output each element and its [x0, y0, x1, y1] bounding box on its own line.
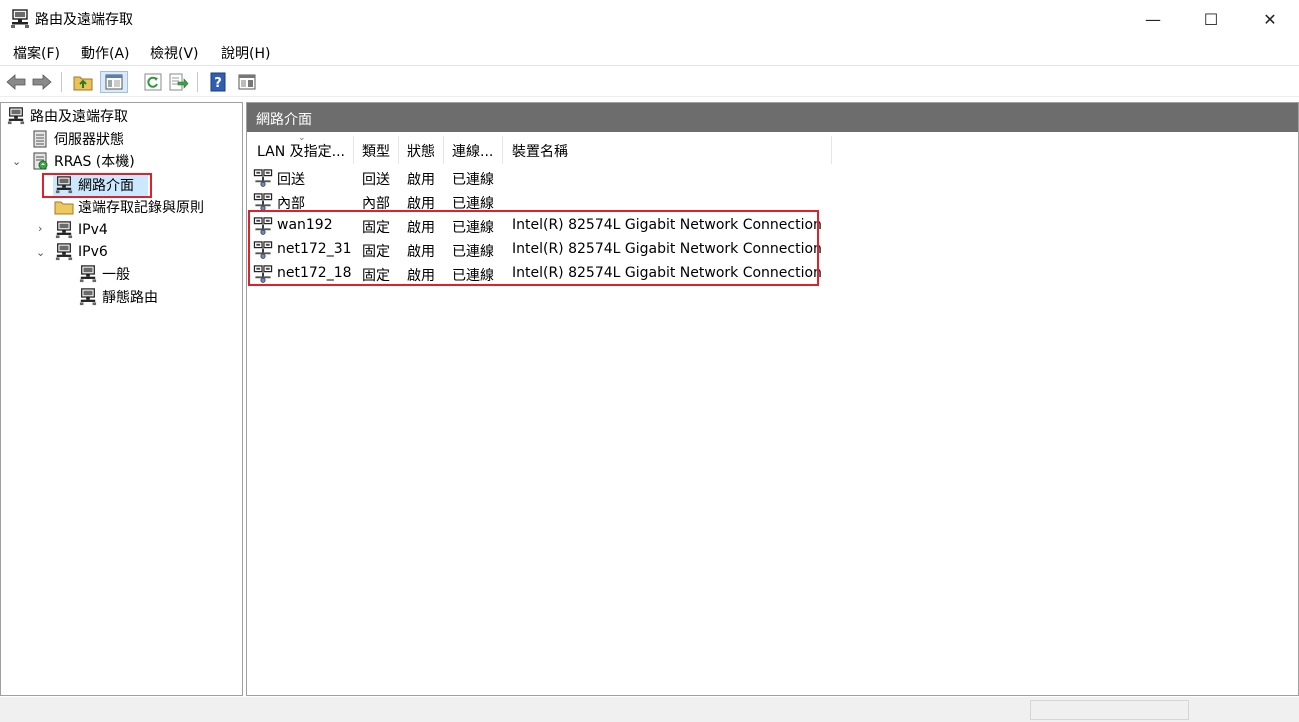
menu-file[interactable]: 檔案(F) — [13, 43, 60, 63]
routing-app-icon — [10, 9, 30, 29]
menu-bar: 檔案(F) 動作(A) 檢視(V) 說明(H) — [0, 38, 1299, 66]
annotation-box-rows — [248, 210, 819, 286]
refresh-icon[interactable] — [142, 71, 164, 93]
menu-view[interactable]: 檢視(V) — [150, 43, 199, 63]
expand-chevron-icon[interactable]: › — [38, 222, 42, 235]
navigation-tree: 路由及遠端存取 伺服器狀態 ⌄ RRAS (本機) 網路介面 遠端存取記錄與原則… — [0, 102, 243, 696]
export-list-icon[interactable] — [168, 71, 190, 93]
status-bar — [0, 697, 1299, 722]
network-icon — [54, 176, 74, 194]
help-icon[interactable]: ? — [207, 71, 229, 93]
column-header-device[interactable]: 裝置名稱 — [512, 141, 568, 161]
collapse-chevron-icon[interactable]: ⌄ — [36, 246, 45, 259]
table-row[interactable]: 回送 回送 啟用 已連線 — [247, 166, 1298, 190]
title-bar: 路由及遠端存取 — ☐ ✕ — [0, 0, 1299, 38]
forward-arrow-icon[interactable] — [31, 71, 53, 93]
menu-help[interactable]: 說明(H) — [221, 43, 270, 63]
toolbar: ? — [0, 67, 1299, 97]
server-icon — [30, 130, 50, 148]
tree-item-server-status[interactable]: 伺服器狀態 — [30, 128, 124, 150]
up-folder-icon[interactable] — [72, 71, 94, 93]
application-window: 路由及遠端存取 — ☐ ✕ 檔案(F) 動作(A) 檢視(V) 說明(H) ? … — [0, 0, 1299, 722]
column-header-name[interactable]: LAN 及指定... — [257, 141, 345, 161]
tree-item-remote-logging[interactable]: 遠端存取記錄與原則 — [54, 196, 204, 218]
network-interface-icon — [253, 192, 273, 211]
network-icon — [54, 243, 74, 261]
minimize-button[interactable]: — — [1124, 0, 1182, 38]
network-icon — [54, 221, 74, 239]
menu-action[interactable]: 動作(A) — [81, 43, 130, 63]
tree-item-ipv6[interactable]: IPv6 — [54, 241, 108, 263]
show-hide-tree-icon[interactable] — [100, 71, 128, 93]
tree-item-rras-server[interactable]: RRAS (本機) — [30, 150, 135, 172]
column-header-status[interactable]: 狀態 — [407, 141, 435, 161]
close-button[interactable]: ✕ — [1241, 0, 1299, 38]
console-view-icon[interactable] — [236, 71, 258, 93]
network-icon — [78, 288, 98, 306]
tree-item-ipv4[interactable]: IPv4 — [54, 219, 108, 241]
maximize-button[interactable]: ☐ — [1182, 0, 1240, 38]
server-active-icon — [30, 152, 50, 170]
tree-item-general[interactable]: 一般 — [78, 263, 130, 285]
column-header-type[interactable]: 類型 — [362, 141, 390, 161]
network-icon — [78, 265, 98, 283]
svg-text:?: ? — [214, 76, 222, 91]
pane-header: 網路介面 — [247, 103, 1298, 132]
column-header-connection[interactable]: 連線... — [452, 141, 493, 161]
collapse-chevron-icon[interactable]: ⌄ — [12, 155, 21, 168]
back-arrow-icon[interactable] — [5, 71, 27, 93]
folder-icon — [54, 198, 74, 216]
details-pane: 網路介面 ⌄ LAN 及指定... 類型 狀態 連線... 裝置名稱 回送 回送… — [246, 102, 1299, 696]
tree-item-static-routes[interactable]: 靜態路由 — [78, 286, 158, 308]
network-interface-icon — [253, 168, 273, 187]
tree-item-network-interfaces[interactable]: 網路介面 — [54, 174, 134, 196]
window-title: 路由及遠端存取 — [35, 12, 133, 28]
tree-item-root[interactable]: 路由及遠端存取 — [6, 105, 128, 127]
status-panel — [1030, 700, 1189, 720]
network-icon — [6, 107, 26, 125]
